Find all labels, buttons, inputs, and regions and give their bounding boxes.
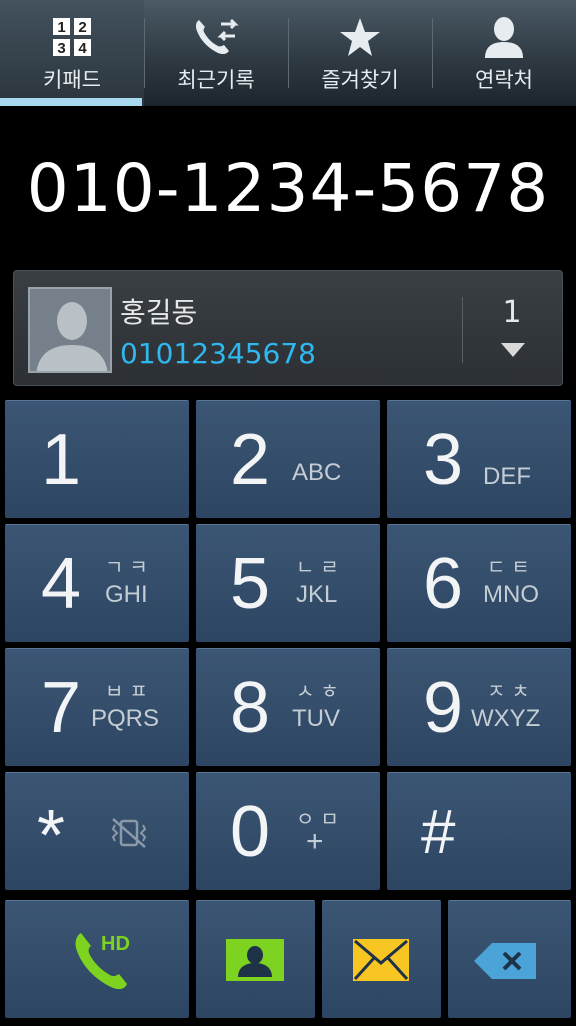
key-digit: 8 — [230, 668, 271, 748]
key-hangul: ㅈㅊ — [487, 679, 536, 703]
send-message-button[interactable] — [322, 900, 441, 1018]
key-digit: 7 — [41, 668, 82, 748]
key-8[interactable]: 8 ㅅㅎ TUV — [196, 648, 380, 766]
tab-contacts-label: 연락처 — [475, 68, 533, 92]
key-0[interactable]: 0 ㅇㅁ + — [196, 772, 380, 890]
key-hangul: ㄱㅋ — [105, 555, 154, 579]
svg-text:1: 1 — [57, 19, 65, 36]
key-hangul: ㅅㅎ — [296, 679, 345, 703]
backspace-button[interactable] — [448, 900, 571, 1018]
key-4[interactable]: 4 ㄱㅋ GHI — [5, 524, 189, 642]
key-digit: * — [37, 796, 66, 876]
key-digit: 5 — [230, 544, 271, 624]
tab-contacts[interactable]: 연락처 — [432, 0, 576, 106]
key-digit: 2 — [230, 420, 271, 500]
dialed-number[interactable]: 010-1234-5678 — [0, 150, 576, 227]
contact-number: 01012345678 — [120, 337, 316, 370]
phone-hd-icon: HD — [71, 927, 141, 1001]
contact-suggestion[interactable]: 홍길동 01012345678 1 — [13, 270, 563, 386]
key-digit: 4 — [41, 544, 82, 624]
key-hash[interactable]: # — [387, 772, 571, 890]
svg-text:2: 2 — [78, 19, 86, 36]
tab-keypad-label: 키패드 — [43, 68, 101, 92]
match-count[interactable]: 1 — [492, 295, 532, 330]
hd-badge: HD — [101, 933, 130, 955]
tab-bar: 1 2 3 4 키패드 최근기록 즐겨찾기 연락처 — [0, 0, 576, 106]
key-letters: GHI — [105, 581, 148, 608]
svg-text:4: 4 — [78, 40, 87, 57]
divider — [462, 297, 463, 363]
call-button[interactable]: HD — [5, 900, 189, 1018]
tab-favorites-label: 즐겨찾기 — [321, 68, 399, 92]
tab-recent[interactable]: 최근기록 — [144, 0, 288, 106]
key-digit: 3 — [423, 420, 464, 500]
envelope-icon — [353, 939, 409, 985]
active-tab-indicator — [0, 98, 142, 106]
recent-calls-icon — [193, 14, 239, 60]
keypad-icon: 1 2 3 4 — [52, 14, 92, 60]
key-digit: 0 — [230, 792, 271, 872]
add-to-contacts-button[interactable] — [196, 900, 315, 1018]
key-digit: # — [421, 798, 456, 867]
key-letters: TUV — [292, 705, 340, 732]
key-letters: MNO — [483, 581, 539, 608]
vibrate-mute-icon — [109, 817, 149, 853]
key-hangul: ㄴㄹ — [296, 555, 345, 579]
key-letters: ABC — [292, 459, 342, 486]
key-2[interactable]: 2 ABC — [196, 400, 380, 518]
contact-name: 홍길동 — [120, 296, 198, 329]
key-letters: + — [306, 825, 324, 858]
key-3[interactable]: 3 DEF — [387, 400, 571, 518]
key-7[interactable]: 7 ㅂㅍ PQRS — [5, 648, 189, 766]
star-icon — [338, 14, 382, 60]
key-1[interactable]: 1 — [5, 400, 189, 518]
key-9[interactable]: 9 ㅈㅊ WXYZ — [387, 648, 571, 766]
tab-keypad[interactable]: 1 2 3 4 키패드 — [0, 0, 144, 106]
key-letters: WXYZ — [471, 705, 541, 732]
key-star[interactable]: * — [5, 772, 189, 890]
key-hangul: ㄷㅌ — [487, 555, 536, 579]
key-letters: JKL — [296, 581, 338, 608]
avatar — [28, 287, 112, 373]
key-letters: PQRS — [91, 705, 160, 732]
key-letters: DEF — [483, 463, 531, 490]
key-hangul: ㅂㅍ — [105, 679, 154, 703]
tab-favorites[interactable]: 즐겨찾기 — [288, 0, 432, 106]
key-digit: 6 — [423, 544, 464, 624]
key-digit: 1 — [41, 420, 82, 500]
svg-text:3: 3 — [57, 40, 65, 57]
key-digit: 9 — [423, 668, 464, 748]
backspace-icon — [474, 943, 536, 983]
key-5[interactable]: 5 ㄴㄹ JKL — [196, 524, 380, 642]
chevron-down-icon[interactable] — [501, 343, 525, 357]
contact-card-icon — [226, 939, 284, 985]
key-6[interactable]: 6 ㄷㅌ MNO — [387, 524, 571, 642]
contact-person-icon — [483, 14, 525, 60]
tab-recent-label: 최근기록 — [177, 68, 255, 92]
